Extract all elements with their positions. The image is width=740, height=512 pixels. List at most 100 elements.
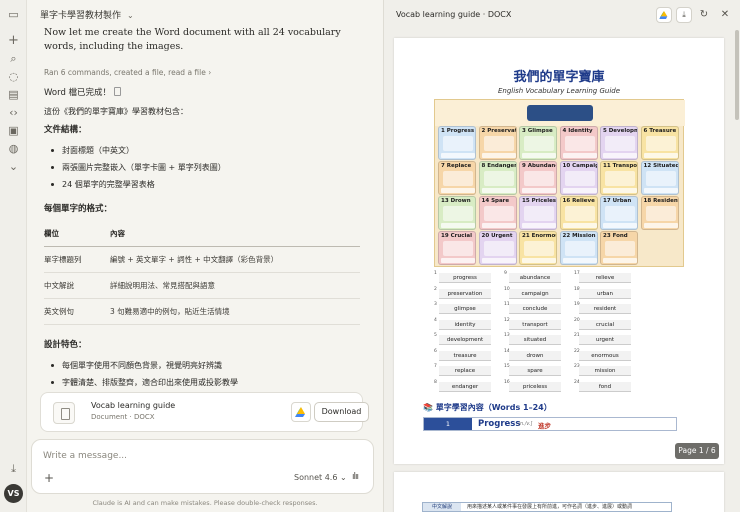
poster-word-card: 9 Abundance <box>519 161 557 195</box>
vocab-word: progress <box>439 273 491 283</box>
poster-caption <box>643 188 678 193</box>
list-item: 每個單字使用不同顏色背景，視覺明亮好辨識 <box>44 357 364 374</box>
poster-caption <box>562 153 597 158</box>
search-icon[interactable]: ⌕ <box>7 52 20 65</box>
poster-word: 19 Crucial <box>441 233 472 239</box>
poster-caption <box>562 258 597 263</box>
scrollbar[interactable] <box>735 30 739 120</box>
table-cell: 中文解說 <box>44 272 110 299</box>
doc-title: 我們的單字寶庫 <box>513 70 605 85</box>
poster-word: 22 Mission <box>562 233 596 239</box>
poster-illustration <box>605 136 635 151</box>
vocab-word: conclude <box>509 304 561 314</box>
poster-header <box>435 100 685 126</box>
artifacts-icon[interactable]: ▣ <box>7 124 20 137</box>
poster-word-card: 19 Crucial <box>438 231 476 265</box>
poster-word: 15 Priceless <box>522 198 557 204</box>
vocab-word: enormous <box>579 350 631 361</box>
poster-word-card: 21 Enormous <box>519 231 557 265</box>
disclaimer: Claude is AI and can make mistakes. Plea… <box>92 499 318 507</box>
poster-word-card: 11 Transport <box>600 161 638 195</box>
message-composer[interactable]: Write a message... + Sonnet 4.6 ⌄ ılıı <box>31 439 374 494</box>
poster-illustration <box>483 241 514 256</box>
poster-illustration <box>564 171 595 186</box>
structure-heading: 文件結構： <box>44 125 87 135</box>
poster-illustration <box>524 136 554 151</box>
poster-word: 20 Urgent <box>481 233 513 239</box>
poster-illustration <box>645 171 676 186</box>
poster-illustration <box>645 206 676 221</box>
poster-illustration <box>524 171 554 186</box>
poster-word-card: 17 Urban <box>600 196 638 230</box>
vocab-word: urban <box>579 288 631 299</box>
close-icon[interactable]: ✕ <box>718 8 732 22</box>
vocab-word: drown <box>509 350 561 361</box>
projects-icon[interactable]: ▤ <box>7 88 20 101</box>
poster-caption <box>643 153 678 158</box>
poster-illustration <box>443 241 473 256</box>
model-selector[interactable]: Sonnet 4.6 ⌄ <box>294 473 347 482</box>
google-drive-button[interactable] <box>291 402 311 422</box>
voice-icon[interactable]: ılıı <box>352 472 359 482</box>
download-button[interactable]: Download <box>314 402 369 422</box>
poster-caption <box>643 223 678 228</box>
file-card[interactable]: Vocab learning guide Document · DOCX Dow… <box>40 392 369 432</box>
vocab-word: replace <box>439 366 491 376</box>
new-chat-icon[interactable]: + <box>7 34 20 47</box>
poster-illustration <box>645 136 676 151</box>
table-header: 內容 <box>110 224 360 247</box>
poster-caption <box>441 258 475 263</box>
poster-word-card: 14 Spare <box>478 196 517 230</box>
list-item: 24 個單字的完整學習表格 <box>44 176 364 193</box>
poster-word-card: 4 Identity <box>559 126 598 160</box>
section-heading: 📚 單字學習內容（Words 1–24） <box>423 403 552 412</box>
refresh-icon[interactable]: ↻ <box>697 8 711 22</box>
message-input[interactable]: Write a message... <box>43 451 127 461</box>
poster-caption <box>481 188 516 193</box>
download-icon[interactable]: ⤓ <box>676 7 692 23</box>
word-text: Progress <box>478 419 521 429</box>
download-app-icon[interactable]: ⤓ <box>7 462 20 475</box>
list-item: 字體清楚、排版整齊，適合印出來使用或投影教學 <box>44 374 364 391</box>
done-text: Word 檔已完成！ <box>44 88 112 98</box>
poster-word: 8 Endanger <box>481 163 517 169</box>
document-icon <box>53 402 75 424</box>
poster-illustration <box>564 206 595 221</box>
vocab-word: urgent <box>579 335 631 345</box>
poster-illustration <box>483 171 514 186</box>
poster-illustration <box>443 171 473 186</box>
poster-word-card: 16 Relieve <box>559 196 598 230</box>
save-to-drive-button[interactable] <box>656 7 672 23</box>
poster-word: 11 Transport <box>603 163 638 169</box>
tool-summary-link[interactable]: Ran 6 commands, created a file, read a f… <box>44 66 364 79</box>
assistant-message: Now let me create the Word document with… <box>44 26 364 391</box>
table-cell: 單字標題列 <box>44 246 110 273</box>
word-number: 1 <box>424 418 472 430</box>
vocab-word: development <box>439 335 491 345</box>
poster-caption <box>481 258 516 263</box>
poster-caption <box>522 223 556 228</box>
vocab-word: relieve <box>579 273 631 283</box>
poster-illustration <box>524 241 554 256</box>
chevron-down-icon[interactable]: ⌄ <box>7 160 20 173</box>
poster-caption <box>481 223 516 228</box>
explanation-text: 用來描述某人或某件事在發展上有所前進，可作名詞（進步、進展）或動詞 <box>467 504 633 510</box>
avatar[interactable]: VS <box>4 484 23 503</box>
vocab-word: crucial <box>579 319 631 330</box>
poster-word: 14 Spare <box>481 198 510 204</box>
app-window: ▭ + ⌕ ◌ ▤ ‹› ▣ ◍ ⌄ ⤓ VS 單字卡學習教材製作 ⌄ Now l… <box>0 0 740 512</box>
chevron-down-icon: ⌄ <box>127 11 134 20</box>
palette-icon[interactable]: ◍ <box>7 142 20 155</box>
done-line: Word 檔已完成！ <box>44 87 364 100</box>
explanation-label: 中文解說 <box>423 503 461 511</box>
poster-caption <box>441 153 475 158</box>
code-icon[interactable]: ‹› <box>7 106 20 119</box>
poster-illustration <box>605 206 635 221</box>
chats-icon[interactable]: ◌ <box>7 70 20 83</box>
chat-title-button[interactable]: 單字卡學習教材製作 ⌄ <box>40 8 134 21</box>
poster-word-card: 5 Development <box>600 126 638 160</box>
add-attachment-icon[interactable]: + <box>44 471 54 485</box>
sidebar-toggle-icon[interactable]: ▭ <box>7 8 20 21</box>
poster-word: 10 Campaign <box>562 163 597 169</box>
poster-caption <box>562 188 597 193</box>
